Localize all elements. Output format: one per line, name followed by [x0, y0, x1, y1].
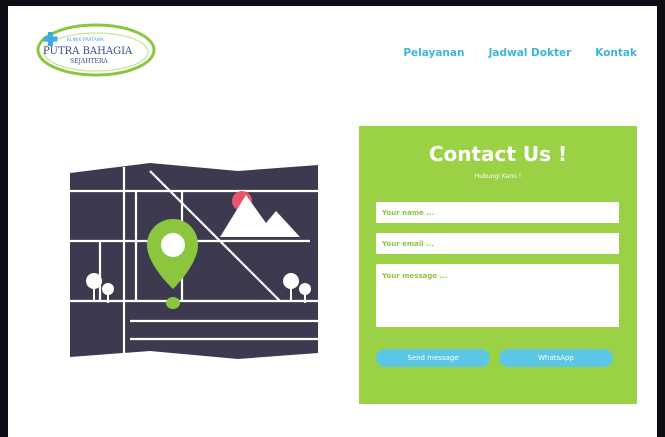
contact-form: Contact Us ! Hubungi Kami ! Send message… [359, 126, 637, 404]
svg-text:PUTRA BAHAGIA: PUTRA BAHAGIA [43, 46, 133, 57]
name-input[interactable] [376, 202, 619, 223]
contact-title: Contact Us ! [428, 142, 568, 166]
nav-link-kontak[interactable]: Kontak [595, 47, 637, 59]
send-message-button[interactable]: Send message [376, 349, 490, 367]
page: KLINIK PRATAMA PUTRA BAHAGIA SEJAHTERA P… [8, 6, 657, 437]
svg-text:SEJAHTERA: SEJAHTERA [70, 58, 108, 65]
folded-map [70, 163, 318, 359]
whatsapp-button[interactable]: WhatsApp [499, 349, 613, 367]
nav-link-jadwal-dokter[interactable]: Jadwal Dokter [488, 47, 571, 59]
clinic-logo[interactable]: KLINIK PRATAMA PUTRA BAHAGIA SEJAHTERA [34, 19, 158, 81]
nav-link-pelayanan[interactable]: Pelayanan [403, 47, 464, 59]
contact-subtitle: Hubungi Kami ! [474, 173, 522, 180]
map-illustration [70, 163, 318, 359]
email-input[interactable] [376, 233, 619, 254]
message-input[interactable] [376, 264, 619, 327]
medical-cross-icon [43, 32, 58, 46]
main-nav: Pelayanan Jadwal Dokter Kontak [403, 47, 637, 59]
svg-text:KLINIK PRATAMA: KLINIK PRATAMA [67, 37, 105, 43]
